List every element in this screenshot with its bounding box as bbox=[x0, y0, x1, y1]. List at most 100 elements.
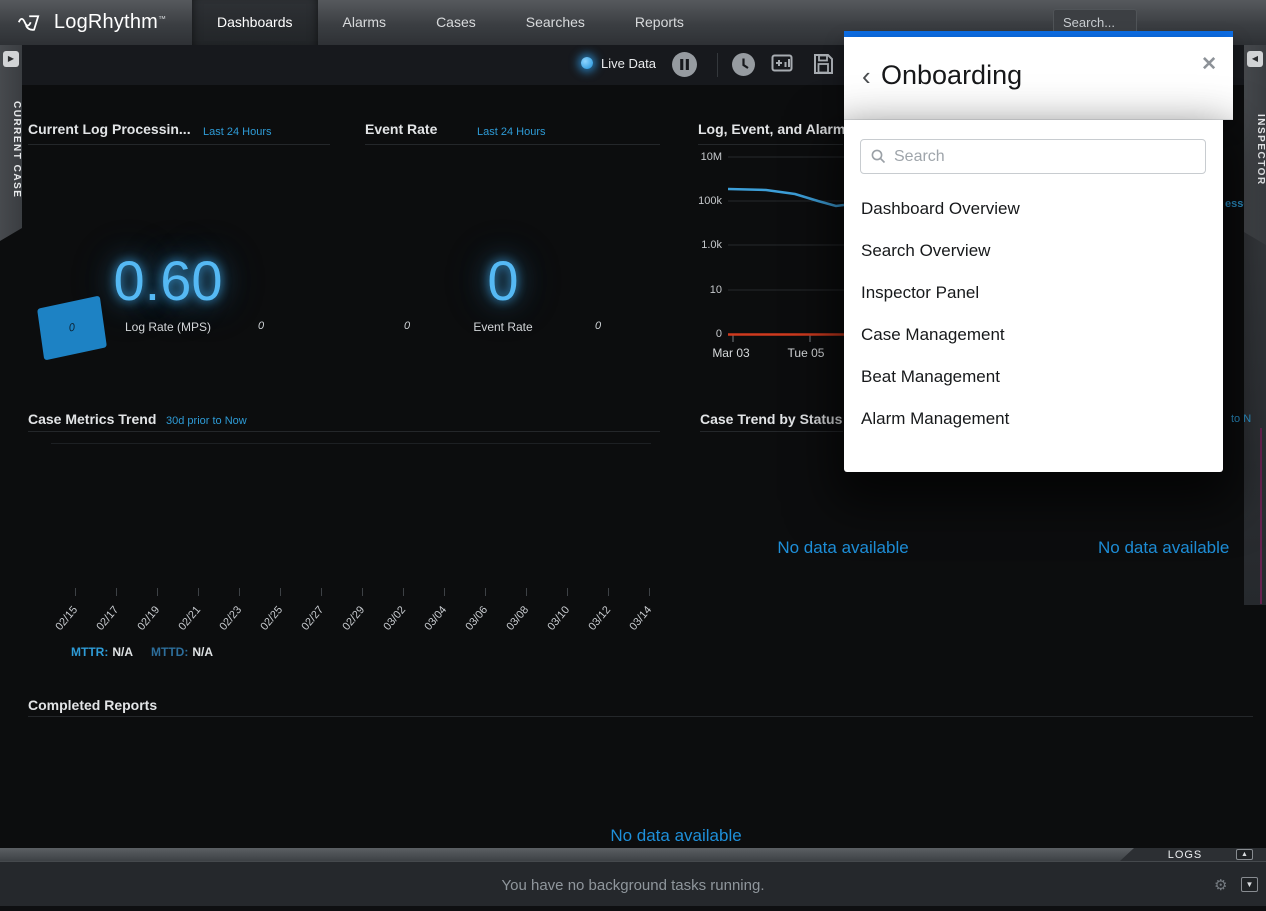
widget-title-event-rate: Event Rate bbox=[365, 121, 437, 137]
no-data-message: No data available bbox=[592, 826, 760, 846]
log-rate-value: 0.60 bbox=[88, 248, 248, 313]
onboarding-item-case-management[interactable]: Case Management bbox=[844, 314, 1223, 356]
widget-title-case-trend-by-status: Case Trend by Status bbox=[700, 411, 842, 427]
onboarding-item-inspector-panel[interactable]: Inspector Panel bbox=[844, 272, 1223, 314]
clock-icon bbox=[731, 52, 756, 77]
inspector-label: INSPECTOR bbox=[1244, 75, 1266, 225]
axis-tick bbox=[526, 588, 527, 596]
date-label: 02/29 bbox=[331, 604, 367, 644]
mttd-label: MTTD: bbox=[151, 645, 188, 659]
date-label: 02/27 bbox=[290, 604, 326, 644]
live-data-indicator[interactable] bbox=[581, 57, 593, 69]
gauge-max-label: 0 bbox=[595, 320, 601, 332]
date-label: 02/19 bbox=[126, 604, 162, 644]
axis-tick bbox=[649, 588, 650, 596]
onboarding-search-box[interactable] bbox=[860, 139, 1206, 174]
onboarding-panel: ‹ Onboarding ✕ Dashboard Overview Search… bbox=[844, 31, 1233, 472]
add-widget-button[interactable] bbox=[769, 53, 794, 80]
tab-cases[interactable]: Cases bbox=[411, 0, 501, 45]
inspector-tab[interactable]: ◀ INSPECTOR bbox=[1244, 45, 1266, 245]
date-label: 03/14 bbox=[618, 604, 654, 644]
tab-alarms[interactable]: Alarms bbox=[318, 0, 412, 45]
x-tick-tue-05: Tue 05 bbox=[780, 346, 832, 360]
date-label: 02/15 bbox=[44, 604, 80, 644]
date-label: 02/25 bbox=[249, 604, 285, 644]
onboarding-item-dashboard-overview[interactable]: Dashboard Overview bbox=[844, 188, 1223, 230]
expand-logs-button[interactable]: ▲ bbox=[1236, 849, 1253, 860]
no-data-message: No data available bbox=[1098, 538, 1229, 558]
range-link-last-24-hours[interactable]: Last 24 Hours bbox=[477, 126, 545, 138]
log-rate-label: Log Rate (MPS) bbox=[88, 320, 248, 334]
onboarding-item-alarm-management[interactable]: Alarm Management bbox=[844, 398, 1223, 440]
footer-edge bbox=[0, 906, 1266, 911]
logs-tab[interactable]: LOGS bbox=[1150, 849, 1220, 861]
date-label: 03/06 bbox=[454, 604, 490, 644]
save-icon bbox=[811, 52, 835, 76]
tab-dashboards[interactable]: Dashboards bbox=[192, 0, 318, 45]
axis-tick bbox=[75, 588, 76, 596]
widget-divider bbox=[28, 144, 330, 145]
gear-icon[interactable]: ⚙ bbox=[1214, 876, 1227, 894]
range-link-30d-prior[interactable]: 30d prior to Now bbox=[166, 415, 247, 427]
expand-right-icon[interactable]: ▶ bbox=[3, 51, 19, 67]
onboarding-header: ‹ Onboarding ✕ bbox=[844, 37, 1233, 120]
logrhythm-logo: LogRhythm™ bbox=[0, 0, 192, 45]
date-label: 03/02 bbox=[372, 604, 408, 644]
hidden-subtitle-fragment: to N bbox=[1231, 413, 1251, 425]
date-label: 02/23 bbox=[208, 604, 244, 644]
onboarding-item-beat-management[interactable]: Beat Management bbox=[844, 356, 1223, 398]
logrhythm-app: LogRhythm™ Dashboards Alarms Cases Searc… bbox=[0, 0, 1266, 911]
expand-left-icon[interactable]: ◀ bbox=[1247, 51, 1263, 67]
onboarding-item-search-overview[interactable]: Search Overview bbox=[844, 230, 1223, 272]
back-chevron-icon[interactable]: ‹ bbox=[862, 63, 871, 89]
widget-title-case-metrics-trend: Case Metrics Trend bbox=[28, 411, 156, 427]
y-tick-100k: 100k bbox=[682, 195, 722, 207]
current-case-tab[interactable]: ▶ CURRENT CASE bbox=[0, 45, 22, 241]
axis-tick bbox=[485, 588, 486, 596]
axis-tick bbox=[116, 588, 117, 596]
add-chart-icon bbox=[769, 53, 794, 75]
date-label: 03/10 bbox=[536, 604, 572, 644]
axis-tick bbox=[239, 588, 240, 596]
save-dashboard-button[interactable] bbox=[811, 52, 835, 81]
tab-searches[interactable]: Searches bbox=[501, 0, 610, 45]
chart-gridline bbox=[51, 443, 651, 444]
range-link-last-24-hours[interactable]: Last 24 Hours bbox=[203, 126, 271, 138]
mttd-value: N/A bbox=[192, 645, 213, 659]
collapse-tasks-button[interactable]: ▼ bbox=[1241, 877, 1258, 892]
logs-strip bbox=[0, 848, 1266, 861]
y-tick-10M: 10M bbox=[682, 151, 722, 163]
time-range-button[interactable] bbox=[731, 52, 756, 82]
widget-divider bbox=[365, 144, 660, 145]
trademark: ™ bbox=[158, 15, 166, 24]
widget-title-log-event-alarm: Log, Event, and Alarm... bbox=[698, 121, 844, 137]
onboarding-topic-list: Dashboard Overview Search Overview Inspe… bbox=[844, 188, 1223, 440]
close-icon[interactable]: ✕ bbox=[1201, 53, 1217, 76]
log-rate-series-line bbox=[728, 189, 844, 206]
widget-divider bbox=[28, 716, 1253, 717]
event-rate-value: 0 bbox=[423, 248, 583, 313]
axis-tick bbox=[198, 588, 199, 596]
tab-reports[interactable]: Reports bbox=[610, 0, 709, 45]
event-rate-label: Event Rate bbox=[423, 320, 583, 334]
axis-tick bbox=[321, 588, 322, 596]
arrow-up-icon: ▲ bbox=[1241, 851, 1248, 858]
main-tabs: Dashboards Alarms Cases Searches Reports bbox=[192, 0, 709, 45]
current-case-label: CURRENT CASE bbox=[0, 75, 22, 225]
arrow-down-icon: ▼ bbox=[1246, 880, 1254, 889]
gauge-max-label: 0 bbox=[258, 320, 264, 332]
axis-tick bbox=[567, 588, 568, 596]
date-label: 03/12 bbox=[577, 604, 613, 644]
log-event-alarm-chart bbox=[728, 150, 844, 346]
widget-divider bbox=[700, 431, 843, 432]
axis-tick bbox=[403, 588, 404, 596]
onboarding-search-input[interactable] bbox=[894, 148, 1195, 166]
widget-title-completed-reports: Completed Reports bbox=[28, 697, 157, 713]
y-tick-0: 0 bbox=[682, 328, 722, 340]
no-data-message: No data available bbox=[752, 538, 934, 558]
pause-button[interactable] bbox=[671, 51, 698, 83]
date-label: 03/04 bbox=[413, 604, 449, 644]
axis-tick bbox=[608, 588, 609, 596]
logrhythm-wave-icon bbox=[18, 10, 45, 36]
live-data-label: Live Data bbox=[601, 56, 656, 71]
